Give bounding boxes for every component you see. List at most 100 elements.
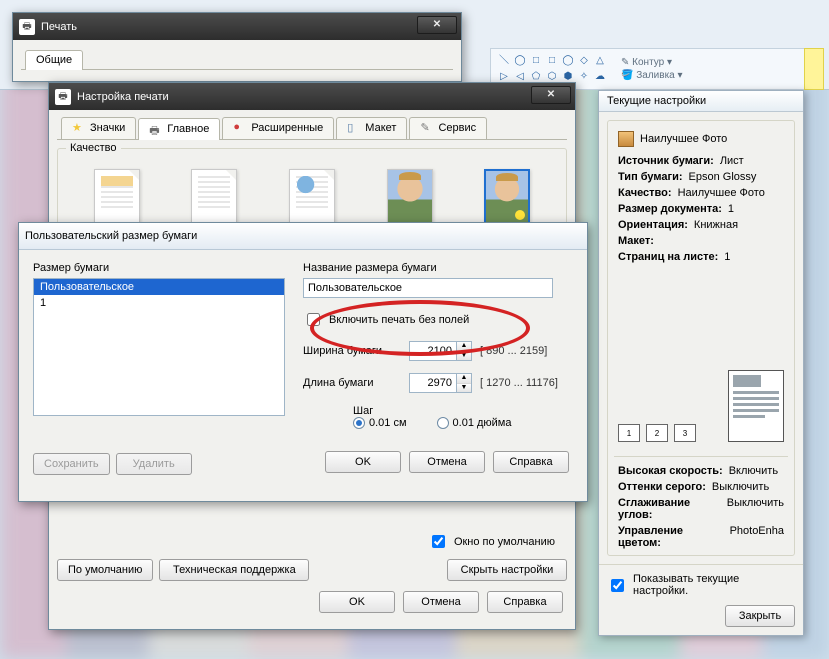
wrench-icon: ✎ [420,121,434,135]
height-spinner[interactable]: ▲▼ [409,373,472,393]
tab-general[interactable]: Общие [25,50,83,70]
led-icon: ● [233,121,247,135]
quality-option-draft[interactable] [94,169,140,225]
height-input[interactable] [409,373,457,393]
save-button[interactable]: Сохранить [33,453,110,475]
photo-icon [618,131,634,147]
support-button[interactable]: Техническая поддержка [159,559,309,581]
print-tabs: Общие [21,48,453,70]
cancel-button[interactable]: Отмена [409,451,485,473]
ribbon-outline[interactable]: ✎ Контур ▾ [621,57,683,68]
borderless-label: Включить печать без полей [329,314,469,326]
spin-down-icon[interactable]: ▼ [457,383,471,392]
printer-icon: 🖶 [149,122,163,136]
kv-type-v: Epson Glossy [689,171,757,183]
hide-settings-button[interactable]: Скрыть настройки [447,559,567,581]
quality-option-bestphoto[interactable] [484,169,530,225]
name-input[interactable] [303,278,553,298]
kv-layout-k: Макет: [618,235,654,247]
custom-paper-dialog: Пользовательский размер бумаги Размер бу… [18,222,588,502]
show-settings-checkbox[interactable]: Показывать текущие настройки. [607,573,795,597]
name-label: Название размера бумаги [303,262,573,274]
show-settings-label: Показывать текущие настройки. [633,573,795,597]
help-button[interactable]: Справка [493,451,569,473]
ok-button[interactable]: OK [325,451,401,473]
kv-orient-k: Ориентация: [618,219,688,231]
kv-smooth-v: Выключить [727,497,784,521]
tab-advanced[interactable]: ●Расширенные [222,117,334,139]
envelope-icon-1: 1 [618,424,640,442]
close-icon[interactable]: ✕ [417,16,457,34]
kv-gray-v: Выключить [712,481,769,493]
delete-button[interactable]: Удалить [116,453,192,475]
borderless-input[interactable] [307,313,320,326]
kv-type-k: Тип бумаги: [618,171,683,183]
quality-option-photo[interactable] [387,169,433,225]
printer-icon: 🖶 [55,89,71,105]
size-listbox[interactable]: Пользовательское1 [33,278,285,416]
tab-icons[interactable]: ★Значки [61,117,136,139]
spin-up-icon[interactable]: ▲ [457,374,471,383]
profile-name: Наилучшее Фото [640,133,727,145]
current-settings-title: Текущие настройки [599,91,803,112]
kv-source-v: Лист [720,155,744,167]
paper-dialog-title: Пользовательский размер бумаги [25,230,197,242]
quality-option-text[interactable] [191,169,237,225]
spin-down-icon[interactable]: ▼ [457,351,471,360]
ribbon-fill[interactable]: 🪣 Заливка ▾ [621,70,683,81]
height-label: Длина бумаги [303,377,401,389]
width-input[interactable] [409,341,457,361]
print-dialog-title: Печать [41,21,77,33]
print-dialog: 🖶 Печать ✕ Общие [12,12,462,82]
list-item[interactable]: 1 [34,295,284,311]
show-settings-input[interactable] [611,579,624,592]
printer-icon: 🖶 [19,19,35,35]
kv-color-v: PhotoEnha [730,525,784,549]
step-inch-radio[interactable]: 0.01 дюйма [437,417,512,429]
kv-docsize-v: 1 [728,203,734,215]
borderless-checkbox[interactable]: Включить печать без полей [303,310,573,329]
quality-label: Качество [66,142,121,154]
radio-off-icon [437,417,449,429]
setup-title: Настройка печати [77,91,169,103]
width-range: [ 890 ... 2159] [480,345,547,357]
kv-orient-v: Книжная [694,219,738,231]
height-range: [ 1270 ... 11176] [480,377,558,389]
kv-quality-v: Наилучшее Фото [678,187,765,199]
current-settings-panel: Текущие настройки Наилучшее Фото Источни… [598,90,804,636]
layout-icon: ▯ [347,121,361,135]
size-list-label: Размер бумаги [33,262,285,274]
tab-layout[interactable]: ▯Макет [336,117,407,139]
default-window-checkbox[interactable]: Окно по умолчанию [57,532,567,551]
kv-pps-k: Страниц на листе: [618,251,718,263]
kv-speed-k: Высокая скорость: [618,465,723,477]
step-cm-label: 0.01 см [369,417,407,429]
kv-quality-k: Качество: [618,187,672,199]
cancel-button[interactable]: Отмена [403,591,479,613]
step-label: Шаг [303,405,573,417]
page-preview [728,370,784,442]
star-icon: ★ [72,121,86,135]
kv-speed-v: Включить [729,465,778,477]
tab-service[interactable]: ✎Сервис [409,117,487,139]
width-spinner[interactable]: ▲▼ [409,341,472,361]
setup-tabs: ★Значки 🖶Главное ●Расширенные ▯Макет ✎Се… [57,118,567,140]
help-button[interactable]: Справка [487,591,563,613]
kv-smooth-k: Сглаживание углов: [618,497,721,521]
shape-gallery[interactable]: ＼◯□□◯◇△ ▷◁⬠⬡⬢✧☁ [497,54,607,84]
list-item[interactable]: Пользовательское [34,279,284,295]
ok-button[interactable]: OK [319,591,395,613]
default-window-input[interactable] [432,535,445,548]
radio-on-icon [353,417,365,429]
tab-main[interactable]: 🖶Главное [138,118,220,140]
default-window-label: Окно по умолчанию [454,536,555,548]
spin-up-icon[interactable]: ▲ [457,342,471,351]
ribbon-yellow-chunk [804,48,824,90]
step-cm-radio[interactable]: 0.01 см [353,417,407,429]
close-button[interactable]: Закрыть [725,605,795,627]
width-label: Ширина бумаги [303,345,401,357]
defaults-button[interactable]: По умолчанию [57,559,153,581]
close-icon[interactable]: ✕ [531,86,571,104]
kv-pps-v: 1 [724,251,730,263]
quality-option-textimage[interactable] [289,169,335,225]
